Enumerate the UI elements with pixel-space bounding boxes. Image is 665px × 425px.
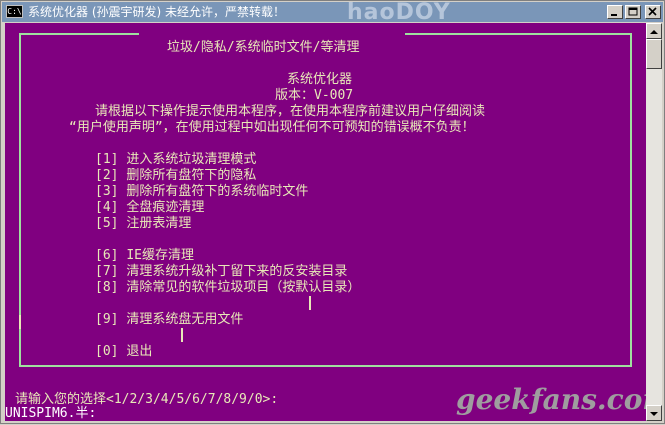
menu-item-1: [1] 进入系统垃圾清理模式: [95, 152, 256, 168]
menu-item-0: [0] 退出: [95, 344, 152, 360]
menu-label: IE缓存清理: [126, 248, 194, 263]
menu-key: [7]: [95, 264, 119, 279]
menu-item-6: [6] IE缓存清理: [95, 248, 194, 264]
menu-item-9: [9] 清理系统盘无用文件: [95, 312, 243, 328]
menu-key: [1]: [95, 152, 119, 167]
console-area[interactable]: 垃圾/隐私/系统临时文件/等清理 系统优化器 版本：V-007 请根据以下操作提…: [5, 23, 646, 421]
menu-key: [4]: [95, 200, 119, 215]
separator-mark: [19, 315, 21, 329]
menu-key: [0]: [95, 344, 119, 359]
console-window: C:\ 系统优化器 (孙震宇研发) 未经允许，严禁转载！ haoDOY 垃圾/隐…: [0, 0, 665, 424]
version-label: 版本：V-007: [275, 88, 354, 103]
minimize-button[interactable]: [607, 5, 623, 19]
menu-label: 注册表清理: [126, 216, 192, 231]
menu-item-2: [2] 删除所有盘符下的隐私: [95, 168, 256, 184]
menu-key: [8]: [95, 280, 119, 295]
app-name: 系统优化器: [287, 72, 353, 87]
scroll-down-button[interactable]: [646, 405, 662, 421]
title-bar[interactable]: C:\ 系统优化器 (孙震宇研发) 未经允许，严禁转载！ haoDOY: [2, 0, 663, 25]
menu-label: 删除所有盘符下的隐私: [126, 168, 257, 183]
menu-item-4: [4] 全盘痕迹清理: [95, 200, 204, 216]
close-icon: [648, 7, 657, 16]
menu-key: [5]: [95, 216, 119, 231]
arrow-down-icon: [650, 412, 658, 416]
frame-top-left: [19, 33, 139, 35]
notice-line-2: “用户使用声明”，在使用过程中如出现任何不可预知的错误概不负责！: [69, 120, 475, 135]
notice-line-1: 请根据以下操作提示使用本程序，在使用本程序前建议用户仔细阅读: [95, 104, 486, 119]
menu-label: 清理系统升级补丁留下来的反安装目录: [126, 264, 348, 279]
menu-item-3: [3] 删除所有盘符下的系统临时文件: [95, 184, 308, 200]
menu-label: 清除常见的软件垃圾项目（按默认目录）: [126, 280, 361, 295]
frame-bottom: [19, 365, 632, 367]
separator-mark: [181, 328, 183, 342]
arrow-up-icon: [650, 30, 658, 34]
menu-item-5: [5] 注册表清理: [95, 216, 191, 232]
menu-key: [3]: [95, 184, 119, 199]
close-button[interactable]: [645, 5, 661, 19]
window-title: 系统优化器 (孙震宇研发) 未经允许，严禁转载！: [28, 5, 285, 19]
menu-key: [9]: [95, 312, 119, 327]
minimize-icon: [611, 14, 617, 16]
ime-status-line: UNISPIM6.半:: [5, 406, 97, 421]
menu-label: 清理系统盘无用文件: [126, 312, 244, 327]
menu-item-8: [8] 清除常见的软件垃圾项目（按默认目录）: [95, 280, 360, 296]
menu-label: 删除所有盘符下的系统临时文件: [126, 184, 309, 199]
frame-right: [630, 33, 632, 365]
menu-item-7: [7] 清理系统升级补丁留下来的反安装目录: [95, 264, 347, 280]
watermark-logo: haoDOY: [347, 0, 451, 25]
scroll-up-button[interactable]: [646, 23, 662, 39]
maximize-icon: [628, 7, 638, 16]
vertical-scrollbar[interactable]: [646, 23, 662, 421]
console-app-icon[interactable]: C:\: [6, 5, 23, 18]
menu-label: 进入系统垃圾清理模式: [126, 152, 257, 167]
watermark-site: geekfans.com: [456, 383, 646, 416]
separator-mark: [309, 296, 311, 310]
menu-key: [6]: [95, 248, 119, 263]
menu-key: [2]: [95, 168, 119, 183]
scroll-thumb[interactable]: [646, 39, 662, 69]
menu-label: 全盘痕迹清理: [126, 200, 205, 215]
frame-top-right: [405, 33, 631, 35]
menu-label: 退出: [126, 344, 153, 359]
heading: 垃圾/隐私/系统临时文件/等清理: [167, 40, 360, 55]
maximize-button[interactable]: [625, 5, 641, 19]
